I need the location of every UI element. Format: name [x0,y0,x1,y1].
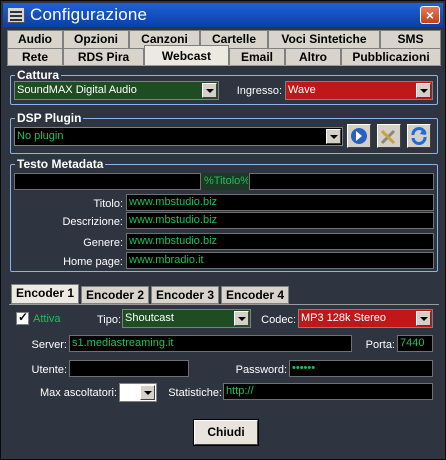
tab-encoder-3[interactable]: Encoder 3 [151,286,219,304]
genere-label: Genere: [83,237,123,249]
descrizione-input[interactable]: www.mbstudio.biz [126,212,434,229]
ingresso-select[interactable]: Wave [285,81,433,100]
close-window-button[interactable]: × [420,6,440,24]
tipo-label: Tipo: [96,314,121,326]
password-label: Password: [235,364,287,376]
tipo-select[interactable]: Shoutcast [122,309,251,328]
tab-webcast[interactable]: Webcast [144,45,229,66]
codec-select[interactable]: MP3 128k Stereo [298,309,433,328]
descrizione-label: Descrizione: [62,216,123,228]
tab-encoder-1[interactable]: Encoder 1 [11,284,79,304]
titolo-input[interactable]: www.mbstudio.biz [126,194,434,211]
codec-value: MP3 128k Stereo [301,312,386,324]
max-ascoltatori-select[interactable] [119,383,157,402]
encoder-panel: Attiva Tipo: Shoutcast Codec: MP3 128k S… [9,304,439,402]
genere-input[interactable]: www.mbstudio.biz [126,233,434,250]
titolo-label: Titolo: [93,198,123,210]
dsp-plugin-select[interactable]: No plugin [14,127,343,146]
dsp-label: DSP Plugin [15,111,84,125]
config-window: Configurazione × Audio Opzioni Canzoni C… [0,0,446,460]
chevron-down-icon[interactable] [326,129,341,144]
tab-encoder-4[interactable]: Encoder 4 [221,286,289,304]
app-icon [7,7,25,23]
utente-input[interactable] [69,360,189,377]
tab-voci-sintetiche[interactable]: Voci Sintetiche [268,30,380,48]
max-ascoltatori-label: Max ascoltatori: [39,387,117,399]
chevron-down-icon[interactable] [416,83,431,98]
plugin-config-button[interactable] [347,124,371,148]
statistiche-label: Statistiche: [168,387,222,399]
metadata-label: Testo Metadata [15,157,106,171]
homepage-label: Home page: [63,256,123,268]
utente-label: Utente: [31,364,67,376]
chevron-down-icon[interactable] [202,83,217,98]
chiudi-button[interactable]: Chiudi [193,419,259,446]
plugin-config-icon [351,128,367,144]
ingresso-value: Wave [288,84,316,96]
tab-encoder-2[interactable]: Encoder 2 [81,286,149,304]
tools-button[interactable] [377,124,401,148]
porta-label: Porta: [365,339,395,351]
password-input[interactable]: •••••• [289,360,433,377]
metadata-token[interactable]: %Titolo% [201,173,249,190]
tab-rds-pira[interactable]: RDS Pira [63,48,144,66]
tab-rete[interactable]: Rete [7,48,63,66]
metadata-prefix-input[interactable] [14,173,201,190]
attiva-label: Attiva [33,313,61,325]
capture-device-select[interactable]: SoundMAX Digital Audio [14,81,219,100]
dsp-plugin-value: No plugin [17,130,64,142]
tools-icon [380,129,396,145]
tab-altro[interactable]: Altro [285,48,341,66]
refresh-button[interactable] [407,124,431,148]
tab-audio[interactable]: Audio [7,30,63,48]
chevron-down-icon[interactable] [140,385,155,400]
title-bar[interactable]: Configurazione × [3,3,443,27]
capture-device-value: SoundMAX Digital Audio [17,84,137,96]
porta-input[interactable]: 7440 [397,335,433,352]
metadata-suffix-input[interactable] [249,173,434,190]
tab-row-2: Rete RDS Pira Webcast Email Altro Pubbli… [7,45,441,66]
ingresso-label: Ingresso: [236,85,282,97]
tab-opzioni[interactable]: Opzioni [63,30,129,48]
tab-sms[interactable]: SMS [380,30,441,48]
tab-email[interactable]: Email [229,48,285,66]
tipo-value: Shoutcast [125,312,174,324]
server-label: Server: [31,339,67,351]
codec-label: Codec: [261,314,296,326]
window-title: Configurazione [30,5,148,24]
cattura-label: Cattura [15,68,62,82]
chevron-down-icon[interactable] [234,311,249,326]
attiva-checkbox[interactable] [16,310,29,325]
chevron-down-icon[interactable] [416,311,431,326]
tab-pubblicazioni[interactable]: Pubblicazioni [341,48,441,66]
homepage-input[interactable]: www.mbradio.it [126,252,434,269]
statistiche-input[interactable]: http:// [223,383,433,400]
server-input[interactable]: s1.mediastreaming.it [69,335,352,352]
refresh-icon [411,127,427,145]
